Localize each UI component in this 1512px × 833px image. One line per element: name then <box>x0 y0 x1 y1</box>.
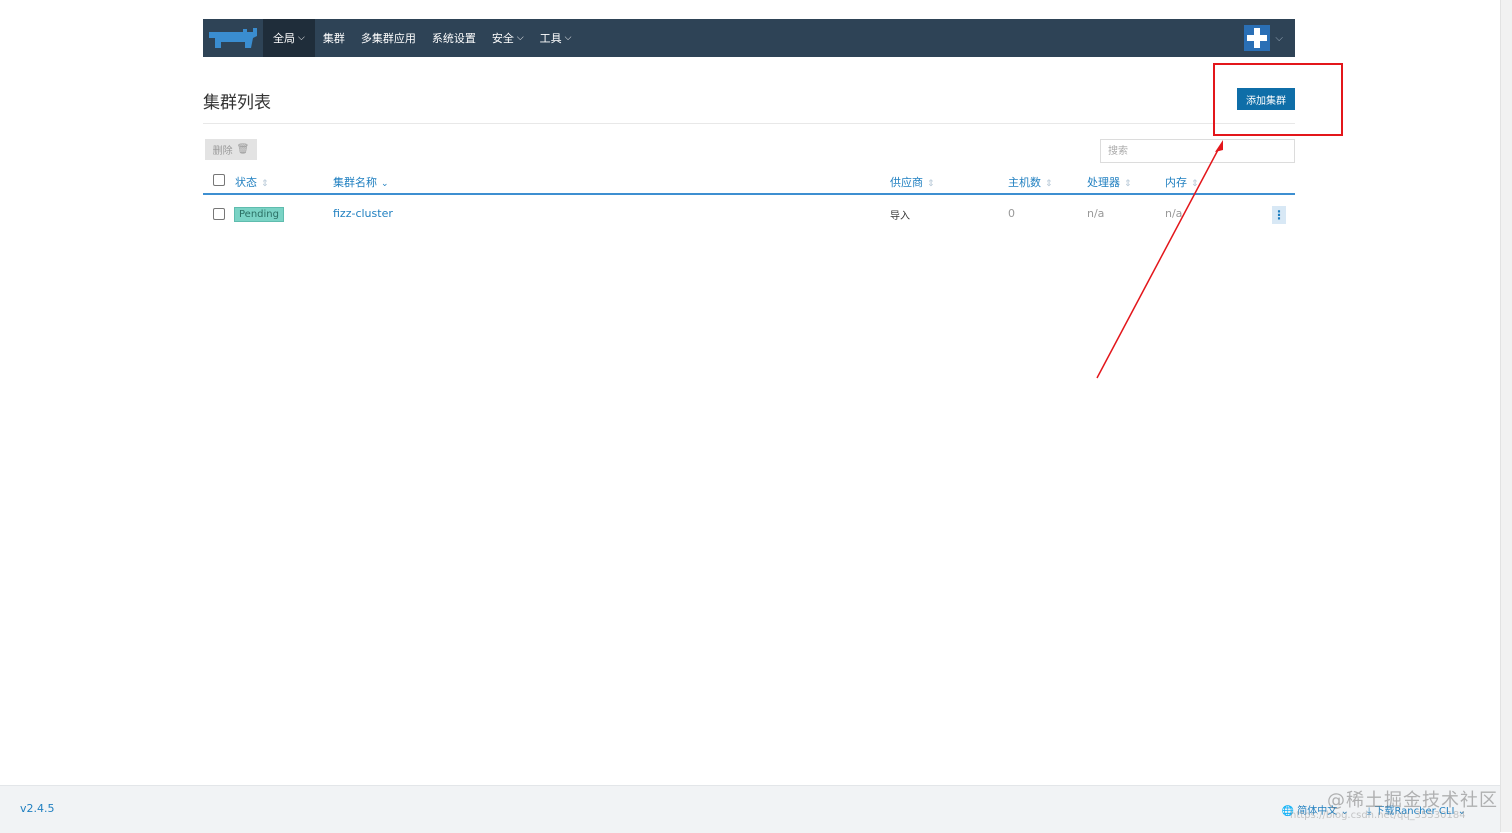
column-header-hosts[interactable]: 主机数 ⇕ <box>1008 174 1053 190</box>
search-input[interactable] <box>1100 139 1295 163</box>
top-nav: 全局 ⌵ 集群 多集群应用 系统设置 安全 ⌵ 工具 ⌵ ⌵ <box>203 19 1295 57</box>
row-checkbox[interactable] <box>213 208 225 220</box>
select-all-checkbox[interactable] <box>213 174 225 186</box>
chevron-down-icon: ⌵ <box>1275 32 1283 44</box>
chevron-down-icon: ⌵ <box>298 33 305 43</box>
status-badge: Pending <box>234 207 284 222</box>
column-header-status[interactable]: 状态 ⇕ <box>235 174 269 190</box>
delete-button[interactable]: 删除 🗑 <box>205 139 257 160</box>
memory-cell: n/a <box>1165 207 1183 220</box>
cpu-cell: n/a <box>1087 207 1105 220</box>
avatar <box>1244 25 1271 51</box>
provider-cell: 导入 <box>890 211 910 222</box>
sort-icon: ⇕ <box>927 179 935 189</box>
watermark-url: https://blog.csdn.net/qq_35530184 <box>1290 810 1466 821</box>
chevron-down-icon: ⌵ <box>516 33 524 43</box>
annotation-highlight-box <box>1213 63 1343 136</box>
rancher-logo-icon[interactable] <box>203 19 263 57</box>
column-header-cpu[interactable]: 处理器 ⇕ <box>1087 174 1132 190</box>
trash-icon: 🗑 <box>236 144 250 155</box>
table-header-divider <box>203 193 1295 195</box>
nav-clusters[interactable]: 集群 <box>315 19 353 57</box>
nav-multicluster-apps[interactable]: 多集群应用 <box>353 19 424 57</box>
row-actions-kebab-icon[interactable]: ⋮ <box>1272 206 1286 224</box>
nav-settings[interactable]: 系统设置 <box>424 19 484 57</box>
divider <box>203 123 1295 124</box>
scrollbar[interactable] <box>1500 0 1512 832</box>
sort-icon: ⇕ <box>261 179 269 189</box>
user-menu[interactable]: ⌵ <box>1244 25 1283 51</box>
sort-icon: ⇕ <box>1045 179 1053 189</box>
column-header-name[interactable]: 集群名称 ⌄ <box>333 174 389 190</box>
column-header-provider[interactable]: 供应商 ⇕ <box>890 174 935 190</box>
hosts-cell: 0 <box>1008 207 1015 220</box>
cluster-name-link[interactable]: fizz-cluster <box>333 207 393 220</box>
chevron-down-icon: ⌵ <box>564 33 572 43</box>
sort-icon: ⇕ <box>1191 179 1199 189</box>
sort-desc-icon: ⌄ <box>381 179 389 189</box>
sort-icon: ⇕ <box>1124 179 1132 189</box>
version-link[interactable]: v2.4.5 <box>20 802 55 815</box>
nav-global[interactable]: 全局 ⌵ <box>263 19 315 57</box>
nav-security[interactable]: 安全 ⌵ <box>484 19 532 57</box>
page-title: 集群列表 <box>203 93 271 113</box>
watermark: @稀土掘金技术社区 <box>1327 790 1498 811</box>
column-header-memory[interactable]: 内存 ⇕ <box>1165 174 1199 190</box>
nav-tools[interactable]: 工具 ⌵ <box>532 19 580 57</box>
footer: v2.4.5 🌐 简体中文 ⌄ ⤓ 下载Rancher CLI ⌄ <box>0 785 1500 833</box>
